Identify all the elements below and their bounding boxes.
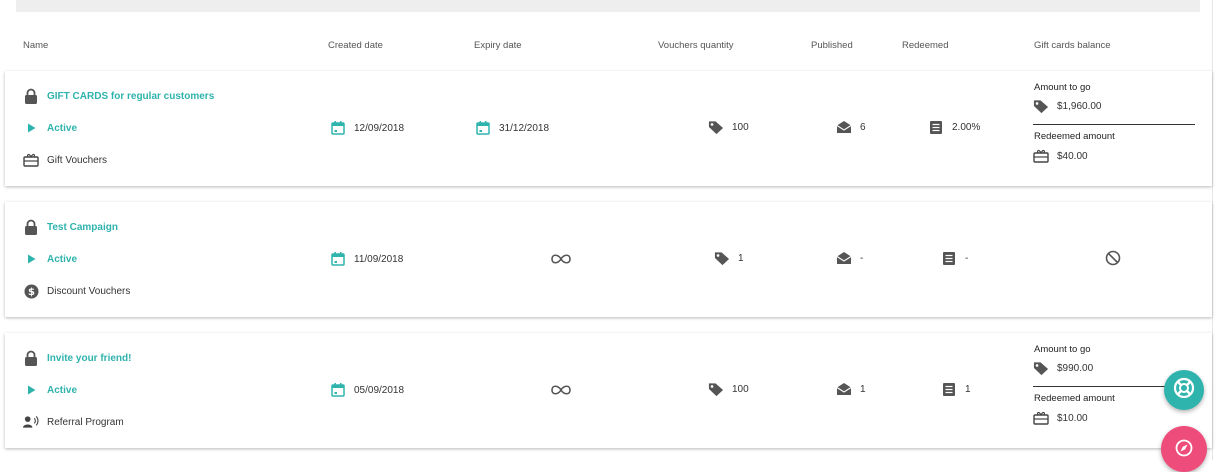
amount-to-go-label: Amount to go <box>1034 344 1091 355</box>
gift-card-icon <box>1033 148 1049 164</box>
lock-icon <box>23 219 39 235</box>
table-header: Name Created date Expiry date Vouchers q… <box>0 40 1210 56</box>
play-icon <box>23 251 39 267</box>
infinity-icon <box>550 251 572 267</box>
filter-bar <box>16 0 1200 12</box>
calendar-icon <box>475 120 491 136</box>
vouchers-quantity: 100 <box>732 121 749 133</box>
tag-icon <box>708 381 724 397</box>
column-created-date[interactable]: Created date <box>328 40 383 51</box>
vouchers-quantity: 1 <box>738 252 744 264</box>
campaign-type: Gift Vouchers <box>47 154 108 166</box>
calendar-icon <box>330 251 346 267</box>
receipt-icon <box>941 381 957 397</box>
open-envelope-icon <box>836 119 852 135</box>
redeemed-amount-value: $40.00 <box>1057 150 1088 162</box>
lock-icon <box>23 88 39 104</box>
gift-card-icon <box>23 152 39 168</box>
redeemed-amount-value: $10.00 <box>1057 412 1088 424</box>
tag-outline-icon <box>1033 98 1049 114</box>
campaign-name-link[interactable]: Invite your friend! <box>47 353 131 364</box>
expiry-date: 31/12/2018 <box>499 122 550 134</box>
column-vouchers-quantity[interactable]: Vouchers quantity <box>658 40 734 51</box>
svg-text:$: $ <box>28 287 35 298</box>
column-redeemed[interactable]: Redeemed <box>902 40 948 51</box>
published-count: - <box>860 252 864 264</box>
receipt-icon <box>928 119 944 135</box>
published-count: 6 <box>860 121 866 133</box>
lifebuoy-icon <box>1173 377 1195 404</box>
campaign-card[interactable]: GIFT CARDS for regular customers Active … <box>5 71 1212 186</box>
receipt-icon <box>941 250 957 266</box>
calendar-icon <box>330 382 346 398</box>
vouchers-quantity: 100 <box>732 383 749 395</box>
compass-icon <box>1175 439 1193 462</box>
redeemed-value: 1 <box>965 383 971 395</box>
referral-person-icon <box>23 414 39 430</box>
campaign-name-link[interactable]: GIFT CARDS for regular customers <box>47 91 214 102</box>
infinity-icon <box>550 382 572 398</box>
play-icon <box>23 120 39 136</box>
campaign-type: Referral Program <box>47 416 124 428</box>
redeemed-amount-label: Redeemed amount <box>1034 131 1115 142</box>
campaign-card[interactable]: Invite your friend! Active Referral Prog… <box>5 333 1212 448</box>
play-icon <box>23 382 39 398</box>
status-label: Active <box>47 122 78 134</box>
column-published[interactable]: Published <box>811 40 853 51</box>
amount-to-go-value: $1,960.00 <box>1057 100 1102 112</box>
published-count: 1 <box>860 383 866 395</box>
column-name[interactable]: Name <box>23 40 48 51</box>
campaign-type: Discount Vouchers <box>47 285 131 297</box>
redeemed-value: 2.00% <box>952 121 981 133</box>
tag-icon <box>708 119 724 135</box>
column-expiry-date[interactable]: Expiry date <box>474 40 522 51</box>
amount-to-go-label: Amount to go <box>1034 82 1091 93</box>
campaign-name-link[interactable]: Test Campaign <box>47 222 118 233</box>
redeemed-value: - <box>965 252 969 264</box>
scroll-edge <box>1212 0 1213 460</box>
status-label: Active <box>47 253 78 265</box>
created-date: 05/09/2018 <box>354 384 405 396</box>
lock-icon <box>23 350 39 366</box>
feedback-button[interactable] <box>1161 426 1207 472</box>
dollar-circle-icon: $ <box>23 283 39 299</box>
open-envelope-icon <box>836 250 852 266</box>
campaigns-page: Name Created date Expiry date Vouchers q… <box>0 0 1220 472</box>
redeemed-amount-label: Redeemed amount <box>1034 393 1115 404</box>
open-envelope-icon <box>836 381 852 397</box>
amount-to-go-value: $990.00 <box>1057 362 1094 374</box>
gift-card-icon <box>1033 410 1049 426</box>
created-date: 12/09/2018 <box>354 122 405 134</box>
status-label: Active <box>47 384 78 396</box>
gift-card-balance: Amount to go $1,960.00 Redeemed amount $… <box>1033 71 1195 186</box>
calendar-icon <box>330 120 346 136</box>
tag-outline-icon <box>1033 360 1049 376</box>
campaign-card[interactable]: Test Campaign Active $ Discount Vouchers… <box>5 202 1212 317</box>
help-button[interactable] <box>1164 370 1204 410</box>
created-date: 11/09/2018 <box>354 253 404 265</box>
balance-divider <box>1033 124 1195 125</box>
column-gift-cards-balance[interactable]: Gift cards balance <box>1034 40 1111 51</box>
tag-icon <box>714 250 730 266</box>
not-available-icon <box>1105 250 1121 266</box>
